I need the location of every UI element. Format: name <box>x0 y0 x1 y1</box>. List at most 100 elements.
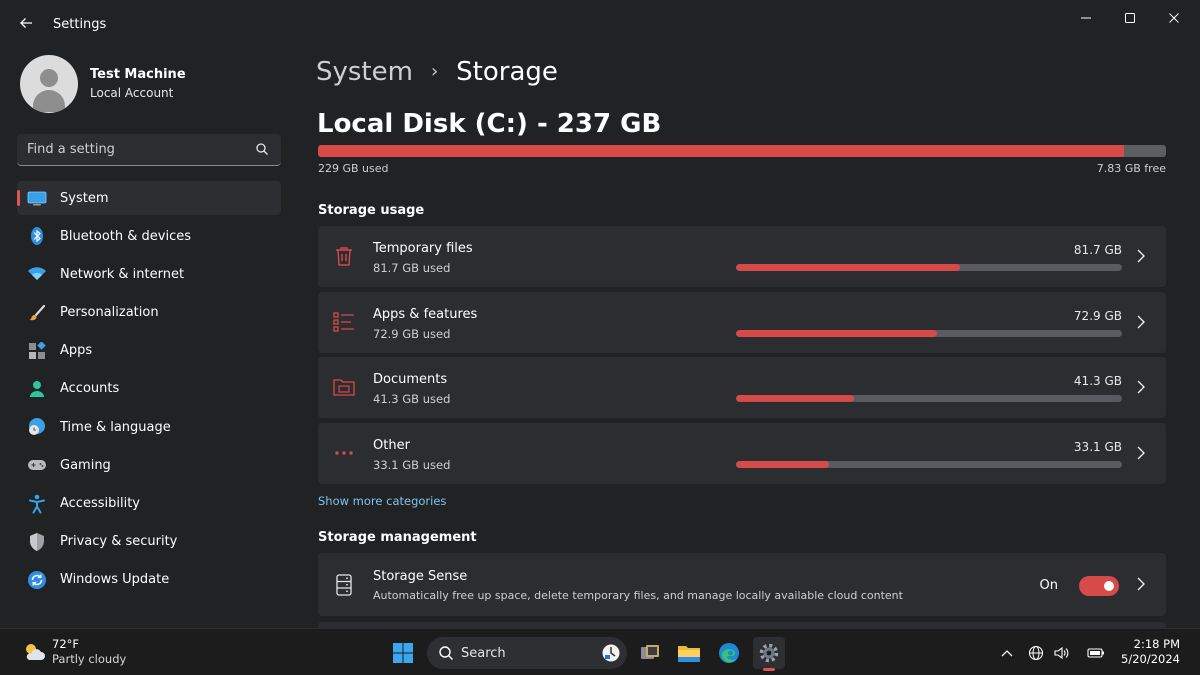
weather-widget[interactable]: 72°F Partly cloudy <box>22 637 126 667</box>
sidebar-item-label: Privacy & security <box>60 534 178 550</box>
taskbar-search-input[interactable] <box>461 637 591 669</box>
gamepad-icon <box>27 455 47 475</box>
disk-usage-fill <box>318 145 1125 157</box>
sidebar-item-label: Gaming <box>60 457 111 473</box>
trash-icon <box>332 244 356 268</box>
title-bar: Settings <box>0 0 1200 50</box>
task-view-icon <box>641 645 659 659</box>
user-profile[interactable]: Test Machine Local Account <box>20 54 186 114</box>
active-app-indicator <box>763 668 775 671</box>
disk-free-label: 7.83 GB free <box>1096 162 1166 175</box>
chevron-right-icon <box>1134 444 1148 462</box>
task-view-button[interactable] <box>634 637 666 669</box>
sidebar-item-label: Accessibility <box>60 496 140 511</box>
storage-sense-toggle[interactable] <box>1079 576 1119 596</box>
back-button[interactable] <box>14 14 38 38</box>
search-input[interactable] <box>27 134 252 164</box>
person-icon <box>27 379 47 399</box>
monitor-icon <box>27 188 47 208</box>
minimize-button[interactable] <box>1064 6 1108 30</box>
maximize-icon <box>1125 13 1135 23</box>
sidebar-item-label: Bluetooth & devices <box>60 228 191 244</box>
storage-sense-state: On <box>1039 578 1058 593</box>
show-hidden-icons-button[interactable] <box>997 643 1017 663</box>
refresh-icon <box>27 570 47 590</box>
sidebar-item-accounts[interactable]: Accounts <box>17 372 281 406</box>
file-explorer-button[interactable] <box>673 637 705 669</box>
back-arrow-icon <box>20 18 32 28</box>
category-size: 72.9 GB <box>1073 308 1122 323</box>
sidebar-item-apps[interactable]: Apps <box>17 334 281 368</box>
battery-tray-button[interactable] <box>1086 643 1106 663</box>
edge-icon <box>719 643 739 663</box>
app-title: Settings <box>53 17 107 32</box>
sidebar-item-windows-update[interactable]: Windows Update <box>17 563 281 597</box>
category-size: 33.1 GB <box>1073 439 1122 454</box>
storage-sense-name: Storage Sense <box>373 569 468 584</box>
category-usage-bar <box>736 395 1122 402</box>
chevron-right-icon <box>1134 575 1148 593</box>
sidebar-item-network[interactable]: Network & internet <box>17 257 281 291</box>
network-tray-button[interactable] <box>1026 643 1046 663</box>
globe-clock-icon <box>27 417 47 437</box>
sidebar-item-label: System <box>60 190 109 206</box>
chevron-right-icon <box>1134 378 1148 396</box>
start-button[interactable] <box>387 637 419 669</box>
category-used: 72.9 GB used <box>373 326 451 341</box>
folder-icon <box>678 646 700 662</box>
sidebar-item-label: Network & internet <box>60 266 185 282</box>
close-icon <box>1169 13 1179 23</box>
sidebar-item-personalization[interactable]: Personalization <box>17 296 281 330</box>
shield-icon <box>27 532 47 552</box>
storage-management-heading: Storage management <box>318 530 477 545</box>
profile-name: Test Machine <box>90 67 186 82</box>
category-usage-bar <box>736 329 1122 337</box>
battery-icon <box>1087 648 1104 658</box>
breadcrumb-separator: › <box>430 61 439 82</box>
category-other[interactable]: Other 33.1 GB used 33.1 GB <box>318 422 1166 484</box>
category-apps-features[interactable]: Apps & features 72.9 GB used 72.9 GB <box>318 291 1166 353</box>
volume-tray-button[interactable] <box>1051 643 1071 663</box>
category-size: 81.7 GB <box>1073 243 1122 257</box>
sidebar-item-label: Personalization <box>60 305 159 321</box>
breadcrumb: System › Storage <box>316 55 558 89</box>
sidebar-item-label: Windows Update <box>60 572 170 588</box>
edge-browser-button[interactable] <box>713 637 745 669</box>
storage-sense-row[interactable]: Storage Sense Automatically free up spac… <box>318 553 1166 616</box>
sidebar-item-gaming[interactable]: Gaming <box>17 448 281 482</box>
weather-temperature: 72°F <box>52 637 79 651</box>
maximize-button[interactable] <box>1108 6 1152 30</box>
sidebar-item-time-language[interactable]: Time & language <box>17 410 281 444</box>
clock-date: 5/20/2024 <box>1121 652 1180 666</box>
category-usage-bar <box>736 264 1122 271</box>
brush-icon <box>27 303 47 323</box>
sidebar-item-bluetooth[interactable]: Bluetooth & devices <box>17 219 281 253</box>
partly-cloudy-icon <box>22 640 46 664</box>
minimize-icon <box>1081 17 1091 19</box>
sidebar-item-label: Apps <box>60 343 93 359</box>
disk-used-label: 229 GB used <box>318 162 389 175</box>
category-usage-bar <box>736 460 1122 468</box>
category-usage-fill <box>736 264 960 271</box>
category-name: Apps & features <box>373 306 478 322</box>
category-used: 33.1 GB used <box>373 457 451 472</box>
settings-window: Settings Test Machine Local Account Find… <box>0 0 1200 628</box>
category-temporary-files[interactable]: Temporary files 81.7 GB used 81.7 GB <box>318 226 1166 287</box>
category-documents[interactable]: Documents 41.3 GB used 41.3 GB <box>318 357 1166 418</box>
breadcrumb-parent-system[interactable]: System <box>316 55 413 89</box>
close-button[interactable] <box>1152 6 1196 30</box>
sidebar: Test Machine Local Account System Blueto… <box>0 50 300 628</box>
sidebar-item-label: Accounts <box>60 381 120 397</box>
category-usage-fill <box>736 395 854 402</box>
category-usage-fill <box>736 460 829 468</box>
show-more-categories-link[interactable]: Show more categories <box>318 494 446 508</box>
sidebar-item-privacy-security[interactable]: Privacy & security <box>17 525 281 559</box>
category-used: 41.3 GB used <box>373 392 451 406</box>
sidebar-item-accessibility[interactable]: Accessibility <box>17 487 281 521</box>
windows-logo-icon <box>393 643 413 663</box>
settings-app-button[interactable] <box>753 637 785 671</box>
chevron-right-icon <box>1134 313 1148 331</box>
system-clock[interactable]: 2:18 PM 5/20/2024 <box>1121 637 1180 667</box>
speaker-icon <box>1054 646 1069 660</box>
sidebar-item-system[interactable]: System <box>17 181 281 215</box>
